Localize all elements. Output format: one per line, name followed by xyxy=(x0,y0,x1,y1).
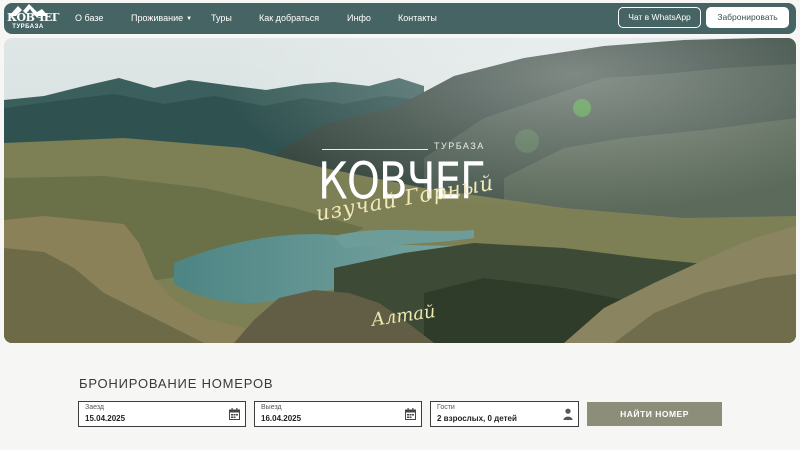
logo-subtext: ТУРБАЗА xyxy=(12,24,44,30)
checkout-date-field[interactable]: Выезд 16.04.2025 xyxy=(254,401,422,427)
brand-logo[interactable]: КОВЧЕГ ТУРБАЗА xyxy=(6,3,59,34)
guests-value: 2 взрослых, 0 детей xyxy=(437,414,517,423)
whatsapp-chat-button[interactable]: Чат в WhatsApp xyxy=(618,7,701,28)
nav-item-label: Проживание xyxy=(131,13,184,23)
nav-item-label: Как добраться xyxy=(259,13,320,23)
nav-item-label: Контакты xyxy=(398,13,437,23)
calendar-icon xyxy=(405,408,416,420)
top-navbar: КОВЧЕГ ТУРБАЗА О базе Проживание ▼ Туры К… xyxy=(4,3,796,34)
nav-item-label: Инфо xyxy=(347,13,371,23)
nav-item-directions[interactable]: Как добраться xyxy=(259,12,319,24)
nav-item-about[interactable]: О базе xyxy=(75,12,103,24)
nav-item-tours[interactable]: Туры xyxy=(211,12,232,24)
find-room-button[interactable]: НАЙТИ НОМЕР xyxy=(587,402,722,426)
checkin-value: 15.04.2025 xyxy=(85,414,126,423)
nav-item-accommodation[interactable]: Проживание ▼ xyxy=(131,12,192,25)
caret-down-icon: ▼ xyxy=(186,16,193,22)
checkin-label: Заезд xyxy=(85,404,105,411)
checkout-label: Выезд xyxy=(261,404,282,411)
checkin-date-field[interactable]: Заезд 15.04.2025 xyxy=(78,401,246,427)
guests-label: Гости xyxy=(437,404,455,411)
guests-field[interactable]: Гости 2 взрослых, 0 детей xyxy=(430,401,579,427)
nav-item-info[interactable]: Инфо xyxy=(347,12,371,24)
nav-item-label: Туры xyxy=(211,13,232,23)
book-button[interactable]: Забронировать xyxy=(706,7,789,28)
nav-item-contacts[interactable]: Контакты xyxy=(398,12,437,24)
nav-item-label: О базе xyxy=(75,13,104,23)
hero-banner: ТУРБАЗА КОВЧЕГ изучай Горный Алтай xyxy=(4,38,796,343)
checkout-value: 16.04.2025 xyxy=(261,414,302,423)
hero-kicker: ТУРБАЗА xyxy=(434,141,485,151)
hero-divider-line xyxy=(322,149,428,150)
person-icon xyxy=(563,408,573,420)
calendar-icon xyxy=(229,408,240,420)
booking-section-title: БРОНИРОВАНИЕ НОМЕРОВ xyxy=(79,376,274,391)
logo-wordmark: КОВЧЕГ xyxy=(7,11,59,24)
